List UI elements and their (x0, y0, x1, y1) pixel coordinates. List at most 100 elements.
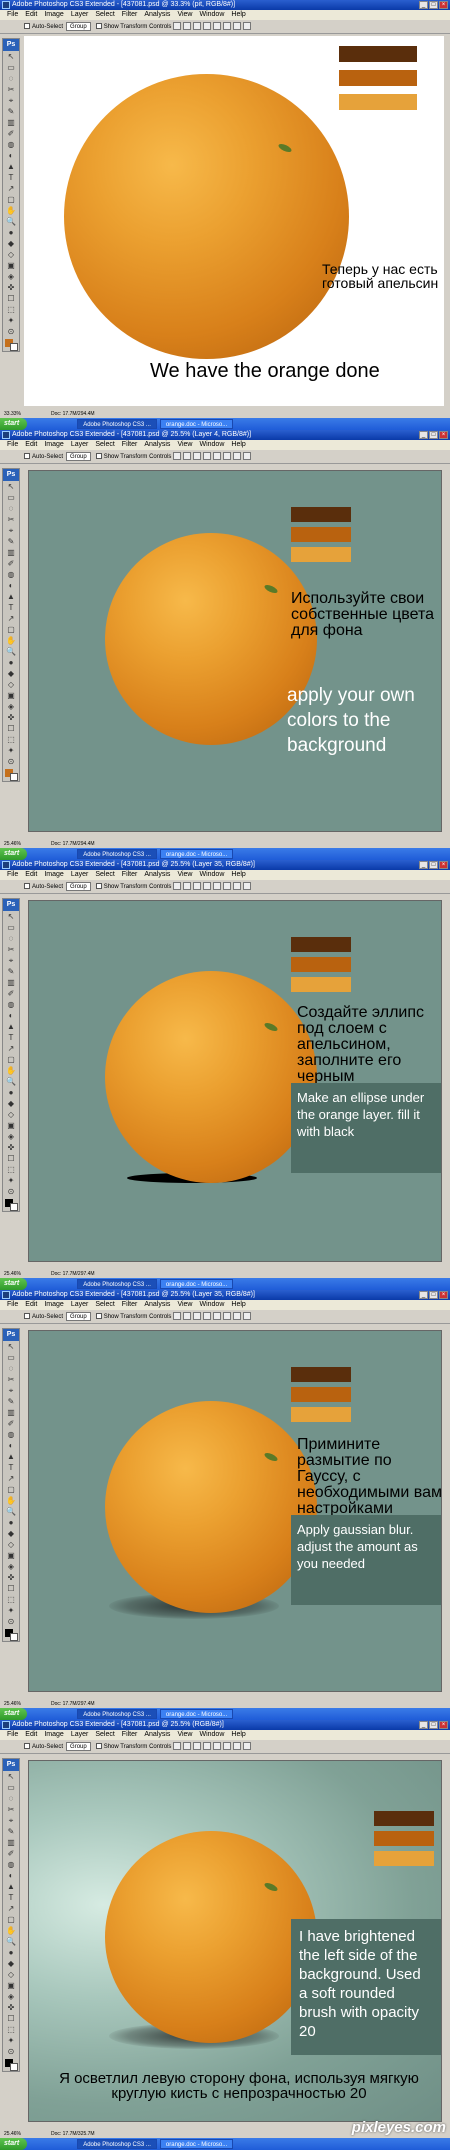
taskbar-item[interactable]: Adobe Photoshop CS3 ... (77, 849, 157, 859)
tool-icon[interactable]: 🔍 (3, 647, 19, 657)
close-icon[interactable]: × (439, 1, 448, 9)
tool-icon[interactable]: ▲ (3, 1022, 19, 1032)
menu-item-image[interactable]: Image (44, 870, 63, 880)
menu-item-window[interactable]: Window (199, 1730, 224, 1740)
align-button[interactable] (203, 1742, 212, 1751)
document-canvas[interactable]: Теперь у нас есть готовый апельсин We hav… (24, 36, 444, 406)
menu-item-view[interactable]: View (177, 440, 192, 450)
tool-icon[interactable]: ⬚ (3, 305, 19, 315)
align-button[interactable] (193, 452, 202, 461)
menu-item-file[interactable]: File (7, 870, 18, 880)
tool-icon[interactable]: ✂ (3, 1375, 19, 1385)
tool-icon[interactable]: ▥ (3, 548, 19, 558)
tool-icon[interactable]: ⊙ (3, 2047, 19, 2057)
menu-item-file[interactable]: File (7, 10, 18, 20)
minimize-icon[interactable]: _ (419, 431, 428, 439)
align-button[interactable] (193, 882, 202, 891)
tool-icon[interactable]: ✎ (3, 967, 19, 977)
tool-icon[interactable]: ◍ (3, 570, 19, 580)
tool-icon[interactable]: ✜ (3, 1573, 19, 1583)
tool-icon[interactable]: ☐ (3, 294, 19, 304)
tool-icon[interactable]: ⬚ (3, 1595, 19, 1605)
align-button[interactable] (233, 22, 242, 31)
minimize-icon[interactable]: _ (419, 861, 428, 869)
tool-icon[interactable]: ◈ (3, 272, 19, 282)
close-icon[interactable]: × (439, 1291, 448, 1299)
align-button[interactable] (213, 22, 222, 31)
tool-icon[interactable]: 🔍 (3, 1077, 19, 1087)
menu-item-analysis[interactable]: Analysis (144, 10, 170, 20)
tool-icon[interactable]: ◇ (3, 1540, 19, 1550)
tool-icon[interactable]: ↗ (3, 614, 19, 624)
tool-icon[interactable]: ⌖ (3, 526, 19, 536)
menu-item-select[interactable]: Select (95, 1730, 114, 1740)
align-button[interactable] (203, 452, 212, 461)
menu-item-analysis[interactable]: Analysis (144, 1300, 170, 1310)
zoom-level[interactable]: 25.46% (4, 1270, 21, 1278)
align-button[interactable] (183, 1312, 192, 1321)
tool-icon[interactable]: ▲ (3, 592, 19, 602)
tool-icon[interactable]: ✦ (3, 316, 19, 326)
tool-icon[interactable]: ↗ (3, 1474, 19, 1484)
align-button[interactable] (243, 1742, 252, 1751)
menu-item-window[interactable]: Window (199, 10, 224, 20)
align-button[interactable] (193, 1312, 202, 1321)
tool-icon[interactable]: ⌖ (3, 956, 19, 966)
align-button[interactable] (183, 882, 192, 891)
menu-item-select[interactable]: Select (95, 1300, 114, 1310)
minimize-icon[interactable]: _ (419, 1721, 428, 1729)
tool-icon[interactable]: ☐ (3, 1154, 19, 1164)
taskbar-item[interactable]: Adobe Photoshop CS3 ... (77, 1279, 157, 1289)
menu-item-image[interactable]: Image (44, 1300, 63, 1310)
menu-item-edit[interactable]: Edit (25, 10, 37, 20)
menu-item-edit[interactable]: Edit (25, 870, 37, 880)
zoom-level[interactable]: 25.46% (4, 2130, 21, 2138)
tool-icon[interactable]: ✜ (3, 1143, 19, 1153)
tool-icon[interactable]: ✜ (3, 283, 19, 293)
menu-item-image[interactable]: Image (44, 440, 63, 450)
tool-icon[interactable]: ⬚ (3, 2025, 19, 2035)
align-button[interactable] (183, 22, 192, 31)
menu-item-select[interactable]: Select (95, 10, 114, 20)
tool-icon[interactable]: 🔍 (3, 217, 19, 227)
tool-icon[interactable]: ☐ (3, 1584, 19, 1594)
tool-icon[interactable]: ◐ (3, 581, 19, 591)
document-canvas[interactable]: Создайте эллипс под слоем с апельсином, … (28, 900, 442, 1262)
taskbar-item[interactable]: Adobe Photoshop CS3 ... (77, 419, 157, 429)
menu-item-select[interactable]: Select (95, 870, 114, 880)
minimize-icon[interactable]: _ (419, 1, 428, 9)
taskbar-item[interactable]: orange.doc - Microso... (159, 1279, 234, 1289)
tool-icon[interactable]: ↖ (3, 1772, 19, 1782)
tool-icon[interactable]: ☐ (3, 2014, 19, 2024)
menu-item-layer[interactable]: Layer (71, 870, 89, 880)
tool-icon[interactable]: ▭ (3, 923, 19, 933)
tool-icon[interactable]: ◈ (3, 1562, 19, 1572)
tool-icon[interactable]: ☐ (3, 724, 19, 734)
tool-icon[interactable]: ✦ (3, 1606, 19, 1616)
tool-icon[interactable]: ⬚ (3, 1165, 19, 1175)
tool-icon[interactable]: 🔍 (3, 1937, 19, 1947)
tool-icon[interactable]: ↗ (3, 184, 19, 194)
menu-item-edit[interactable]: Edit (25, 1730, 37, 1740)
align-button[interactable] (213, 452, 222, 461)
start-button[interactable]: start (0, 2138, 28, 2150)
tool-icon[interactable]: ✐ (3, 1849, 19, 1859)
zoom-level[interactable]: 33.33% (4, 410, 21, 418)
menu-item-help[interactable]: Help (231, 1300, 245, 1310)
document-canvas[interactable]: Примините размытие по Гауссу, с необходи… (28, 1330, 442, 1692)
tool-icon[interactable]: T (3, 1893, 19, 1903)
start-button[interactable]: start (0, 848, 28, 860)
menu-item-window[interactable]: Window (199, 870, 224, 880)
tool-icon[interactable]: ▭ (3, 1783, 19, 1793)
menu-item-file[interactable]: File (7, 1730, 18, 1740)
show-transform-checkbox[interactable] (95, 1743, 102, 1750)
tool-icon[interactable]: ✜ (3, 713, 19, 723)
align-button[interactable] (203, 22, 212, 31)
background-color-swatch[interactable] (10, 343, 18, 351)
align-button[interactable] (173, 1742, 182, 1751)
tool-icon[interactable]: ✎ (3, 537, 19, 547)
align-button[interactable] (233, 1312, 242, 1321)
align-button[interactable] (173, 452, 182, 461)
tool-icon[interactable]: ▲ (3, 1882, 19, 1892)
menu-item-file[interactable]: File (7, 440, 18, 450)
